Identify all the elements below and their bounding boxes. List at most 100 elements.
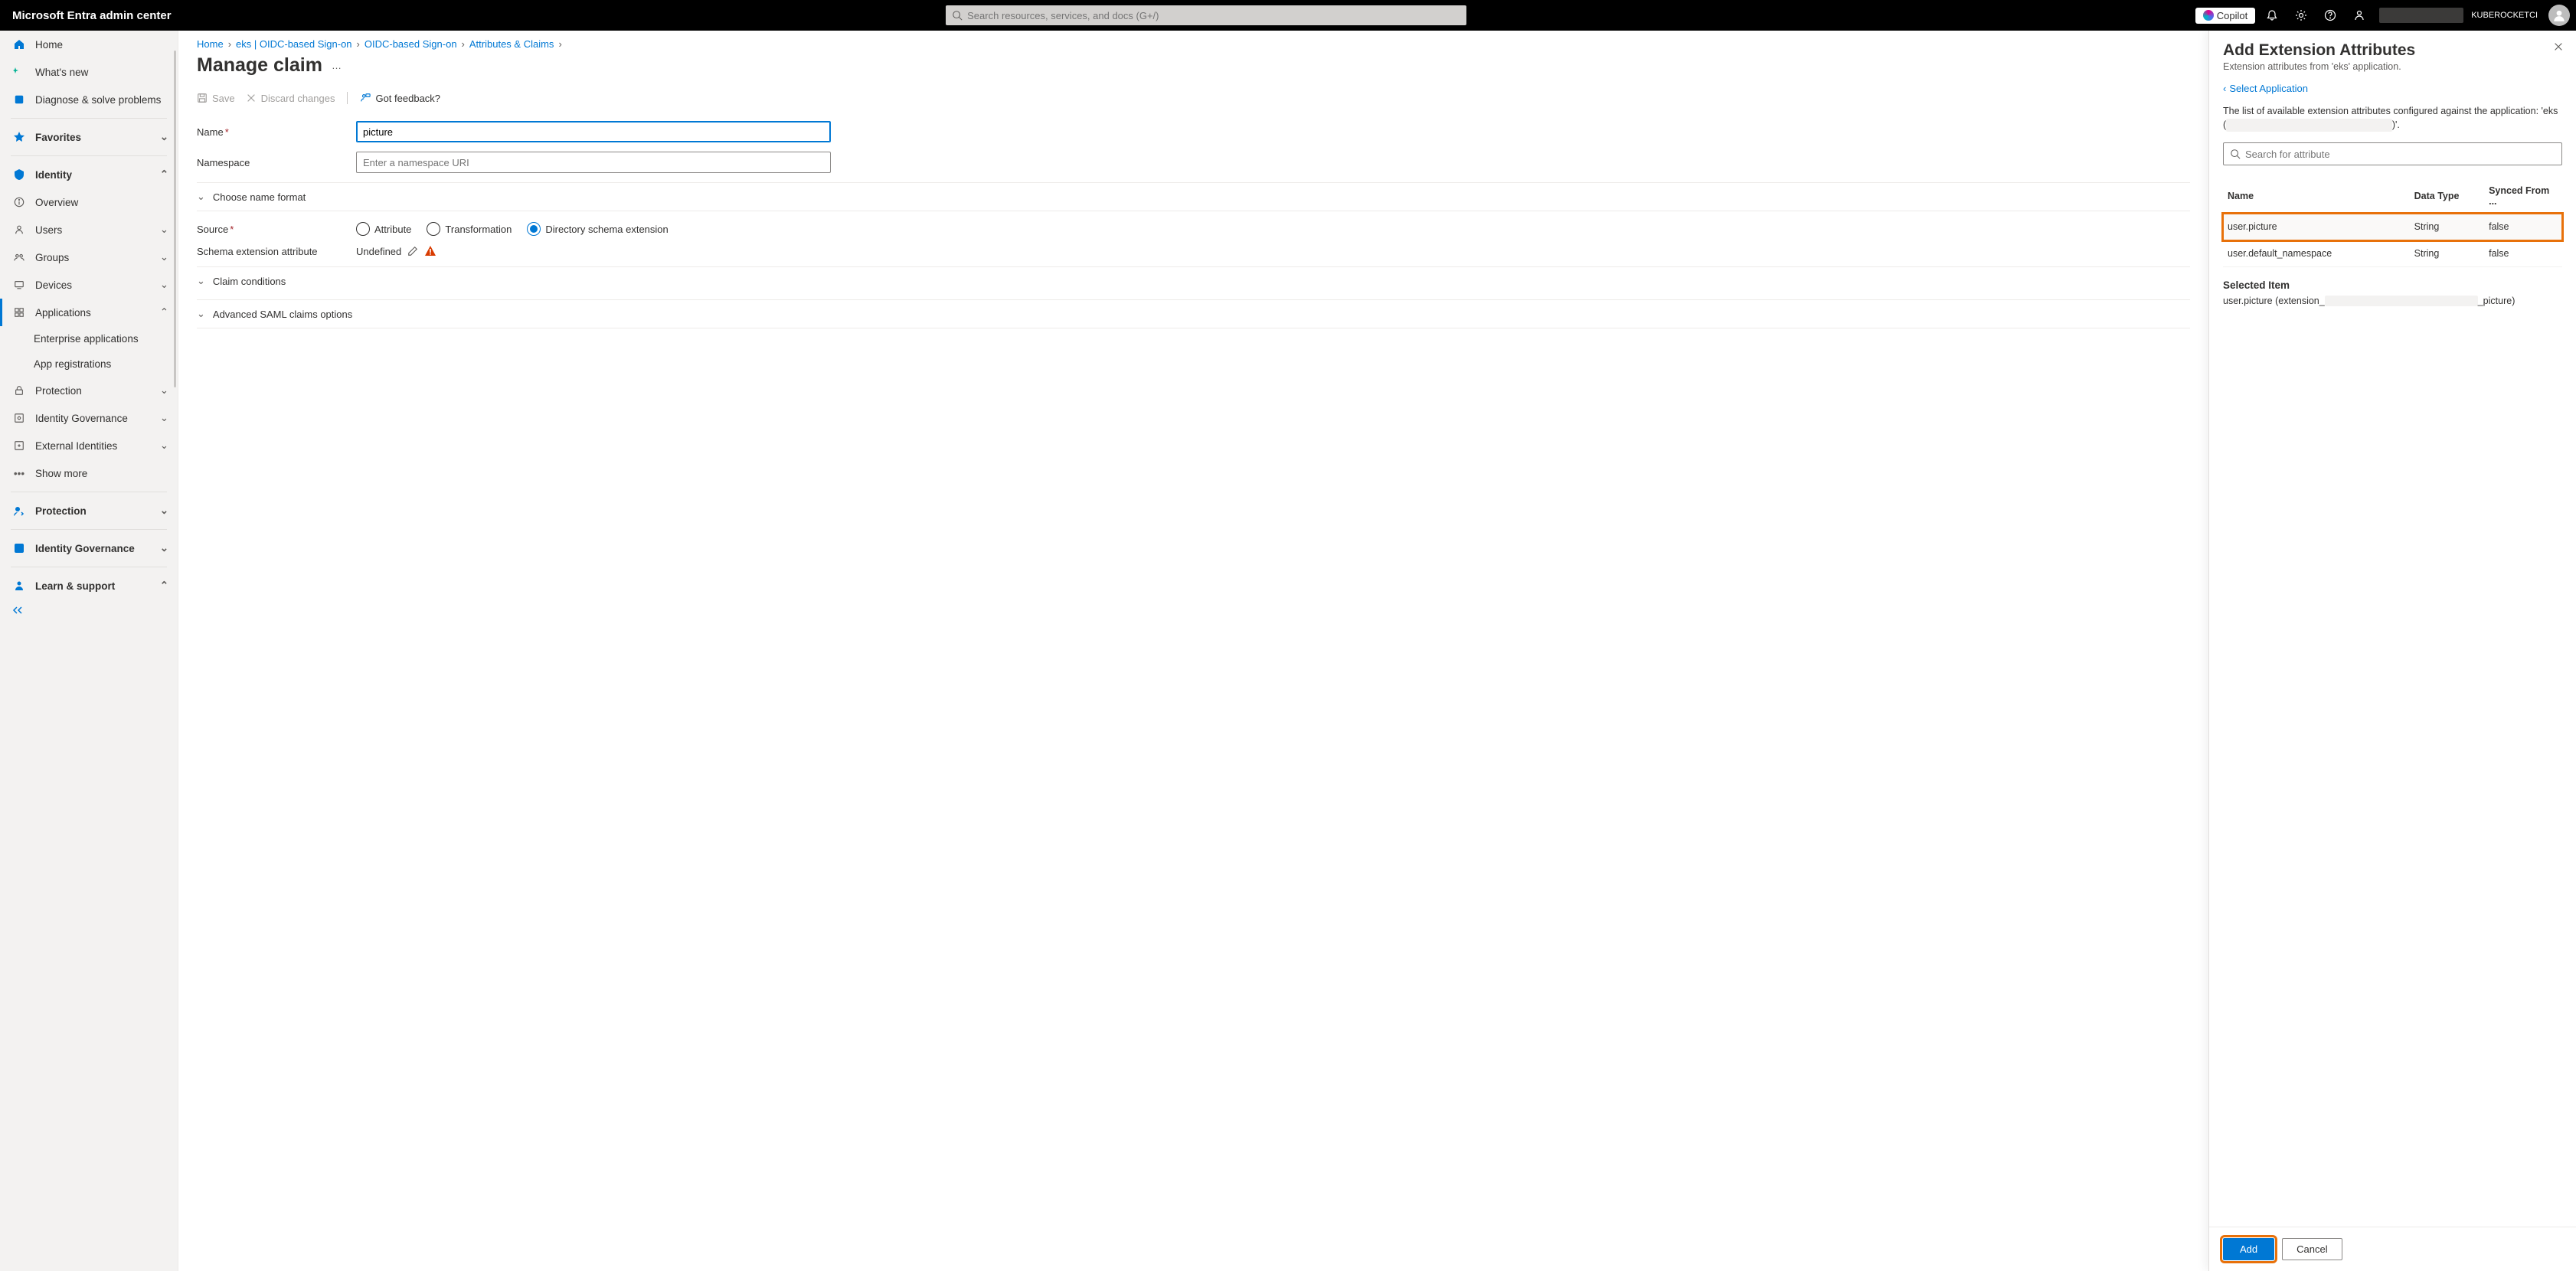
user-avatar[interactable] bbox=[2548, 5, 2570, 26]
nav-label: Groups bbox=[35, 252, 69, 263]
chevron-up-icon: ⌃ bbox=[160, 306, 168, 319]
nav-favorites[interactable]: Favorites ⌄ bbox=[0, 123, 178, 151]
nav-users[interactable]: Users ⌄ bbox=[0, 216, 178, 243]
chevron-down-icon: ⌄ bbox=[160, 224, 168, 236]
advanced-saml-options[interactable]: ⌄ Advanced SAML claims options bbox=[197, 299, 2190, 328]
groups-icon bbox=[12, 250, 26, 264]
feedback-person-icon[interactable] bbox=[2347, 3, 2372, 28]
close-icon bbox=[246, 93, 257, 103]
breadcrumb-link[interactable]: Attributes & Claims bbox=[469, 38, 554, 50]
nav-devices[interactable]: Devices ⌄ bbox=[0, 271, 178, 299]
breadcrumb-link[interactable]: OIDC-based Sign-on bbox=[364, 38, 457, 50]
cell-type: String bbox=[2410, 214, 2484, 240]
nav-enterprise-apps[interactable]: Enterprise applications bbox=[0, 326, 178, 351]
nav-label: Identity Governance bbox=[35, 413, 128, 424]
breadcrumb: Home› eks | OIDC-based Sign-on› OIDC-bas… bbox=[197, 38, 2190, 50]
nav-label: App registrations bbox=[34, 358, 111, 370]
chevron-left-icon: ‹ bbox=[2223, 83, 2226, 94]
nav-protection[interactable]: Protection ⌄ bbox=[0, 497, 178, 524]
nav-idgov-sub[interactable]: Identity Governance ⌄ bbox=[0, 404, 178, 432]
attribute-search[interactable] bbox=[2223, 142, 2562, 165]
close-panel-button[interactable] bbox=[2553, 41, 2564, 52]
name-input[interactable] bbox=[356, 121, 831, 142]
settings-icon[interactable] bbox=[2289, 3, 2313, 28]
breadcrumb-link[interactable]: Home bbox=[197, 38, 224, 50]
protection-icon bbox=[12, 504, 26, 518]
chevron-down-icon: ⌄ bbox=[160, 131, 168, 143]
panel-title: Add Extension Attributes bbox=[2223, 41, 2562, 60]
source-transformation-radio[interactable]: Transformation bbox=[427, 222, 512, 236]
col-synced[interactable]: Synced From ... bbox=[2484, 179, 2562, 214]
namespace-input[interactable] bbox=[356, 152, 831, 173]
tenant-redacted bbox=[2379, 8, 2463, 23]
notifications-icon[interactable] bbox=[2260, 3, 2284, 28]
users-icon bbox=[12, 223, 26, 237]
nav-label: Applications bbox=[35, 307, 91, 319]
nav-groups[interactable]: Groups ⌄ bbox=[0, 243, 178, 271]
search-icon bbox=[2230, 149, 2241, 159]
cell-type: String bbox=[2410, 240, 2484, 267]
chevron-down-icon: ⌄ bbox=[197, 308, 205, 320]
identity-icon bbox=[12, 168, 26, 181]
nav-learn[interactable]: Learn & support ⌃ bbox=[0, 572, 178, 600]
nav-external-ids[interactable]: External Identities ⌄ bbox=[0, 432, 178, 459]
lock-icon bbox=[12, 384, 26, 397]
source-directory-extension-radio[interactable]: Directory schema extension bbox=[527, 222, 668, 236]
nav-label: Show more bbox=[35, 468, 87, 479]
nav-app-registrations[interactable]: App registrations bbox=[0, 351, 178, 377]
help-icon[interactable] bbox=[2318, 3, 2342, 28]
nav-label: Identity bbox=[35, 169, 72, 181]
radio-label: Transformation bbox=[445, 224, 512, 235]
nav-idgov[interactable]: Identity Governance ⌄ bbox=[0, 534, 178, 562]
feedback-button[interactable]: Got feedback? bbox=[360, 93, 440, 104]
chevron-down-icon: ⌄ bbox=[160, 279, 168, 291]
nav-label: Learn & support bbox=[35, 580, 115, 592]
col-name[interactable]: Name bbox=[2223, 179, 2410, 214]
choose-name-format[interactable]: ⌄ Choose name format bbox=[197, 182, 2190, 211]
section-label: Choose name format bbox=[213, 191, 306, 203]
governance-icon bbox=[12, 411, 26, 425]
nav-protection-sub[interactable]: Protection ⌄ bbox=[0, 377, 178, 404]
claim-conditions[interactable]: ⌄ Claim conditions bbox=[197, 266, 2190, 295]
nav-label: Enterprise applications bbox=[34, 333, 139, 345]
chevron-down-icon: ⌄ bbox=[160, 251, 168, 263]
save-button: Save bbox=[197, 93, 235, 104]
global-search[interactable] bbox=[946, 5, 1466, 25]
edit-icon[interactable] bbox=[407, 246, 418, 256]
nav-label: Users bbox=[35, 224, 62, 236]
nav-label: Diagnose & solve problems bbox=[35, 94, 161, 106]
chevron-down-icon: ⌄ bbox=[197, 275, 205, 287]
sparkle-icon bbox=[12, 65, 26, 79]
global-search-input[interactable] bbox=[967, 10, 1460, 21]
breadcrumb-link[interactable]: eks | OIDC-based Sign-on bbox=[236, 38, 352, 50]
radio-label: Directory schema extension bbox=[545, 224, 668, 235]
nav-applications[interactable]: Applications ⌃ bbox=[0, 299, 178, 326]
cell-name: user.default_namespace bbox=[2223, 240, 2410, 267]
attribute-row[interactable]: user.picture String false bbox=[2223, 214, 2562, 240]
discard-button: Discard changes bbox=[246, 93, 335, 104]
section-label: Advanced SAML claims options bbox=[213, 309, 352, 320]
collapse-sidebar[interactable] bbox=[0, 600, 178, 621]
source-label: Source* bbox=[197, 224, 356, 235]
nav-showmore[interactable]: ••• Show more bbox=[0, 459, 178, 487]
nav-identity[interactable]: Identity ⌃ bbox=[0, 161, 178, 188]
col-type[interactable]: Data Type bbox=[2410, 179, 2484, 214]
add-button[interactable]: Add bbox=[2223, 1238, 2274, 1260]
nav-overview[interactable]: Overview bbox=[0, 188, 178, 216]
attribute-row[interactable]: user.default_namespace String false bbox=[2223, 240, 2562, 267]
nav-home[interactable]: Home bbox=[0, 31, 178, 58]
attribute-search-input[interactable] bbox=[2245, 149, 2555, 160]
source-attribute-radio[interactable]: Attribute bbox=[356, 222, 411, 236]
nav-diagnose[interactable]: Diagnose & solve problems bbox=[0, 86, 178, 113]
chevron-down-icon: ⌄ bbox=[160, 542, 168, 554]
cancel-button[interactable]: Cancel bbox=[2282, 1238, 2342, 1260]
copilot-button[interactable]: Copilot bbox=[2195, 8, 2255, 24]
selected-item-heading: Selected Item bbox=[2223, 279, 2562, 291]
warning-icon bbox=[424, 245, 436, 257]
learn-icon bbox=[12, 579, 26, 593]
nav-whatsnew[interactable]: What's new bbox=[0, 58, 178, 86]
chevron-down-icon: ⌄ bbox=[160, 505, 168, 517]
select-application-back[interactable]: ‹ Select Application bbox=[2223, 83, 2562, 94]
panel-subtitle: Extension attributes from 'eks' applicat… bbox=[2223, 61, 2562, 72]
page-more-button[interactable]: … bbox=[332, 60, 343, 71]
